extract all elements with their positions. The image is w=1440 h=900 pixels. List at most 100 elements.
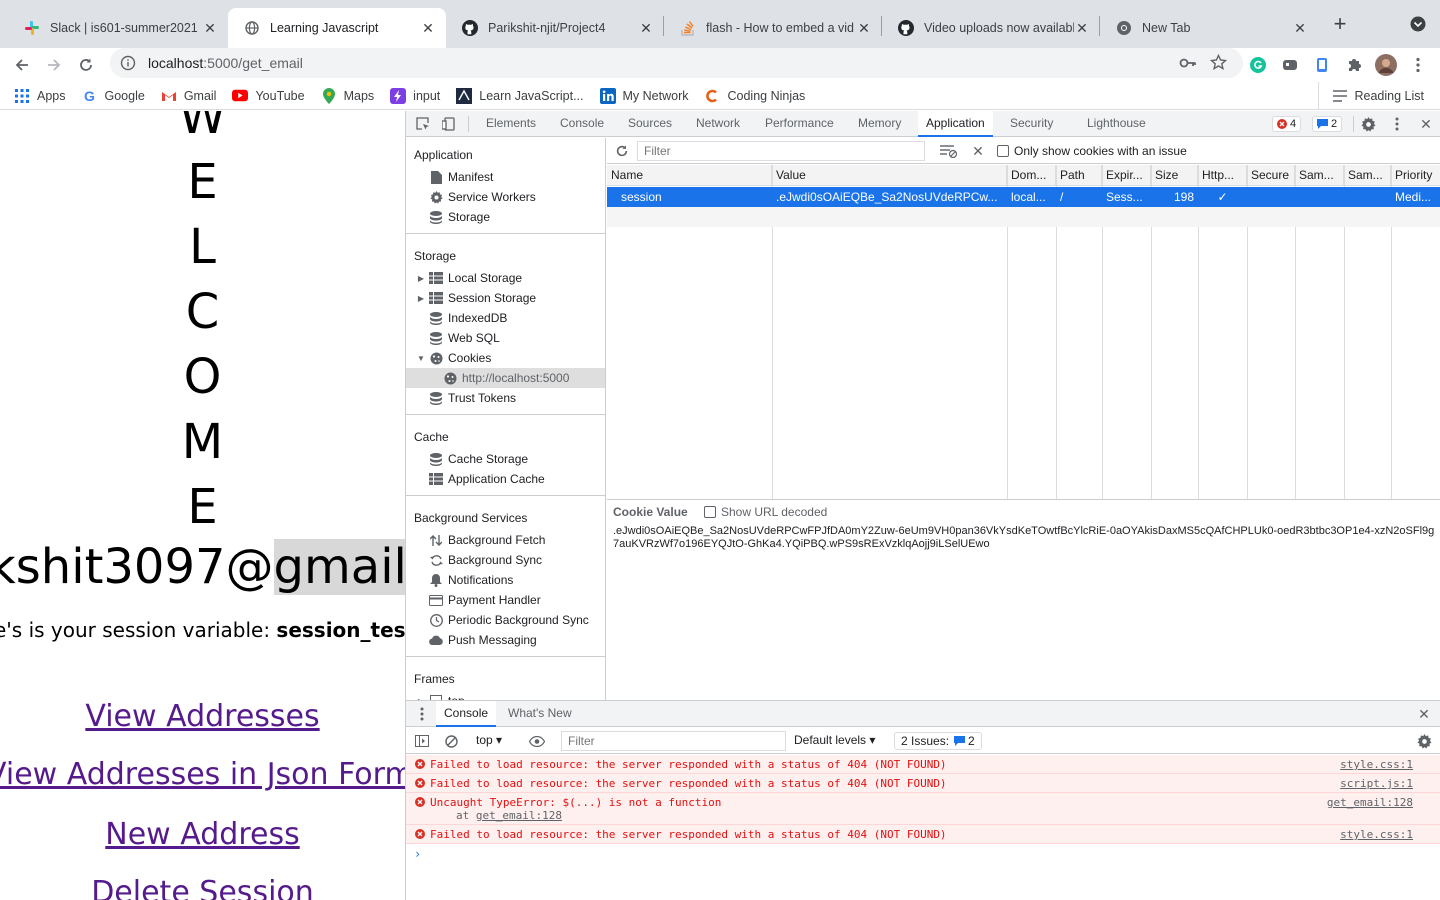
source-link[interactable]: get_email:128 bbox=[1327, 796, 1413, 809]
profile-avatar[interactable] bbox=[1372, 51, 1400, 79]
sidebar-item-background-fetch[interactable]: Background Fetch bbox=[414, 530, 605, 550]
source-link[interactable]: script.js:1 bbox=[1340, 777, 1413, 790]
expand-arrow-icon[interactable]: ▶ bbox=[414, 274, 428, 283]
cell-path[interactable]: / bbox=[1056, 187, 1102, 207]
refresh-icon[interactable] bbox=[613, 142, 631, 160]
show-url-decoded-checkbox[interactable]: Show URL decoded bbox=[704, 505, 827, 519]
sidebar-item-push-messaging[interactable]: Push Messaging bbox=[414, 630, 605, 650]
view-addresses-json-link[interactable]: View Addresses in Json Forma bbox=[0, 757, 405, 792]
sidebar-item-storage[interactable]: Storage bbox=[414, 207, 605, 227]
column-header-samesite[interactable]: Sam... bbox=[1295, 165, 1344, 186]
address-bar[interactable]: localhost:5000/get_email bbox=[110, 48, 1243, 78]
bookmark-google[interactable]: G Google bbox=[82, 88, 145, 104]
devtools-menu-dots-icon[interactable] bbox=[1388, 115, 1406, 133]
inspect-element-icon[interactable] bbox=[414, 115, 432, 133]
key-icon[interactable] bbox=[1179, 55, 1197, 71]
clear-filtered-cookies-icon[interactable] bbox=[940, 142, 958, 160]
cell-size[interactable]: 198 bbox=[1151, 187, 1198, 207]
settings-gear-icon[interactable] bbox=[1359, 115, 1377, 133]
view-addresses-link[interactable]: View Addresses bbox=[0, 699, 405, 734]
cell-value[interactable]: .eJwdi0sOAiEQBe_Sa2NosUVdeRPCw... bbox=[772, 187, 1007, 207]
drawer-tab-console[interactable]: Console bbox=[436, 701, 497, 727]
sidebar-item-cookie-origin[interactable]: http://localhost:5000 bbox=[406, 368, 605, 388]
sidebar-item-web-sql[interactable]: Web SQL bbox=[414, 328, 605, 348]
grammarly-extension-icon[interactable] bbox=[1244, 51, 1272, 79]
close-icon[interactable]: ✕ bbox=[1292, 20, 1308, 36]
sidebar-item-periodic-background-sync[interactable]: Periodic Background Sync bbox=[414, 610, 605, 630]
browser-menu-dots-icon[interactable] bbox=[1404, 51, 1432, 79]
console-error-message[interactable]: Failed to load resource: the server resp… bbox=[406, 774, 1440, 793]
clear-all-cookies-icon[interactable]: ✕ bbox=[969, 142, 987, 160]
column-header-secure[interactable]: Secure bbox=[1247, 165, 1295, 186]
sidebar-item-session-storage[interactable]: ▶ Session Storage bbox=[414, 288, 605, 308]
tab-memory[interactable]: Memory bbox=[850, 111, 909, 137]
tab-performance[interactable]: Performance bbox=[757, 111, 842, 137]
close-icon[interactable]: ✕ bbox=[1074, 20, 1090, 36]
browser-tab-learning-javascript[interactable]: Learning Javascript ✕ bbox=[228, 8, 446, 48]
bookmark-my-network[interactable]: My Network bbox=[599, 87, 688, 104]
puzzle-extensions-icon[interactable] bbox=[1340, 51, 1368, 79]
tab-lighthouse[interactable]: Lighthouse bbox=[1079, 111, 1154, 137]
reload-icon[interactable] bbox=[72, 51, 100, 79]
live-expression-eye-icon[interactable] bbox=[528, 732, 546, 750]
tab-console[interactable]: Console bbox=[552, 111, 612, 137]
close-icon[interactable]: ✕ bbox=[202, 20, 218, 36]
expand-arrow-icon[interactable]: ▶ bbox=[414, 294, 428, 303]
tab-sources[interactable]: Sources bbox=[620, 111, 680, 137]
sidebar-item-trust-tokens[interactable]: Trust Tokens bbox=[414, 388, 605, 408]
back-arrow-icon[interactable] bbox=[8, 51, 36, 79]
column-header-sameparty[interactable]: Sam... bbox=[1344, 165, 1391, 186]
cell-secure[interactable] bbox=[1247, 187, 1295, 207]
only-issues-checkbox[interactable]: Only show cookies with an issue bbox=[997, 144, 1187, 158]
column-header-value[interactable]: Value bbox=[772, 165, 1007, 186]
sidebar-item-cache-storage[interactable]: Cache Storage bbox=[414, 449, 605, 469]
drawer-tab-whats-new[interactable]: What's New bbox=[500, 701, 580, 727]
context-selector[interactable]: top ▾ bbox=[476, 733, 502, 747]
sidebar-item-frame-top[interactable]: ▶top bbox=[414, 691, 605, 700]
cell-httponly[interactable]: ✓ bbox=[1198, 187, 1247, 207]
close-icon[interactable]: ✕ bbox=[856, 20, 872, 36]
show-sidebar-icon[interactable] bbox=[413, 732, 431, 750]
browser-tab-new-tab[interactable]: New Tab ✕ bbox=[1100, 8, 1318, 48]
bookmark-youtube[interactable]: YouTube bbox=[232, 88, 305, 104]
source-link[interactable]: style.css:1 bbox=[1340, 758, 1413, 771]
sidebar-item-cookies[interactable]: ▼ Cookies bbox=[414, 348, 605, 368]
console-settings-gear-icon[interactable] bbox=[1415, 732, 1433, 750]
sidebar-item-manifest[interactable]: Manifest bbox=[414, 167, 605, 187]
site-info-icon[interactable] bbox=[120, 55, 136, 71]
extension-icon[interactable] bbox=[1308, 51, 1336, 79]
log-levels-dropdown[interactable]: Default levels ▾ bbox=[794, 733, 875, 747]
bookmark-gmail[interactable]: Gmail bbox=[161, 88, 216, 104]
source-link[interactable]: style.css:1 bbox=[1340, 828, 1413, 841]
error-count-badge[interactable]: 4 bbox=[1272, 116, 1302, 132]
console-prompt[interactable]: › bbox=[414, 847, 421, 861]
sidebar-item-indexeddb[interactable]: IndexedDB bbox=[414, 308, 605, 328]
cell-sameparty[interactable] bbox=[1344, 187, 1391, 207]
sidebar-item-notifications[interactable]: Notifications bbox=[414, 570, 605, 590]
console-filter-input[interactable] bbox=[561, 731, 786, 751]
device-toolbar-icon[interactable] bbox=[440, 115, 458, 133]
console-error-message[interactable]: Failed to load resource: the server resp… bbox=[406, 825, 1440, 844]
new-address-link[interactable]: New Address bbox=[0, 817, 405, 852]
cell-domain[interactable]: local... bbox=[1007, 187, 1056, 207]
close-icon[interactable]: ✕ bbox=[420, 20, 436, 36]
bookmark-coding-ninjas[interactable]: Coding Ninjas bbox=[704, 88, 805, 104]
console-error-message[interactable]: Uncaught TypeError: $(...) is not a func… bbox=[406, 793, 1440, 825]
tab-security[interactable]: Security bbox=[1002, 111, 1061, 137]
column-header-priority[interactable]: Priority bbox=[1391, 165, 1440, 186]
cell-samesite[interactable] bbox=[1295, 187, 1344, 207]
column-header-size[interactable]: Size bbox=[1151, 165, 1198, 186]
close-devtools-icon[interactable]: ✕ bbox=[1417, 115, 1435, 133]
sidebar-item-application-cache[interactable]: Application Cache bbox=[414, 469, 605, 489]
column-header-expires[interactable]: Expir... bbox=[1102, 165, 1151, 186]
issues-button[interactable]: 2 Issues: 2 bbox=[894, 732, 982, 750]
sidebar-item-service-workers[interactable]: Service Workers bbox=[414, 187, 605, 207]
collapse-arrow-icon[interactable]: ▼ bbox=[414, 354, 428, 363]
checkbox[interactable] bbox=[704, 506, 716, 518]
forward-arrow-icon[interactable] bbox=[40, 51, 68, 79]
bookmark-learn-javascript[interactable]: Learn JavaScript... bbox=[456, 87, 584, 104]
cookie-filter-input[interactable] bbox=[637, 141, 925, 161]
cell-name[interactable]: session bbox=[617, 187, 772, 207]
sidebar-item-local-storage[interactable]: ▶ Local Storage bbox=[414, 268, 605, 288]
sidebar-item-background-sync[interactable]: Background Sync bbox=[414, 550, 605, 570]
